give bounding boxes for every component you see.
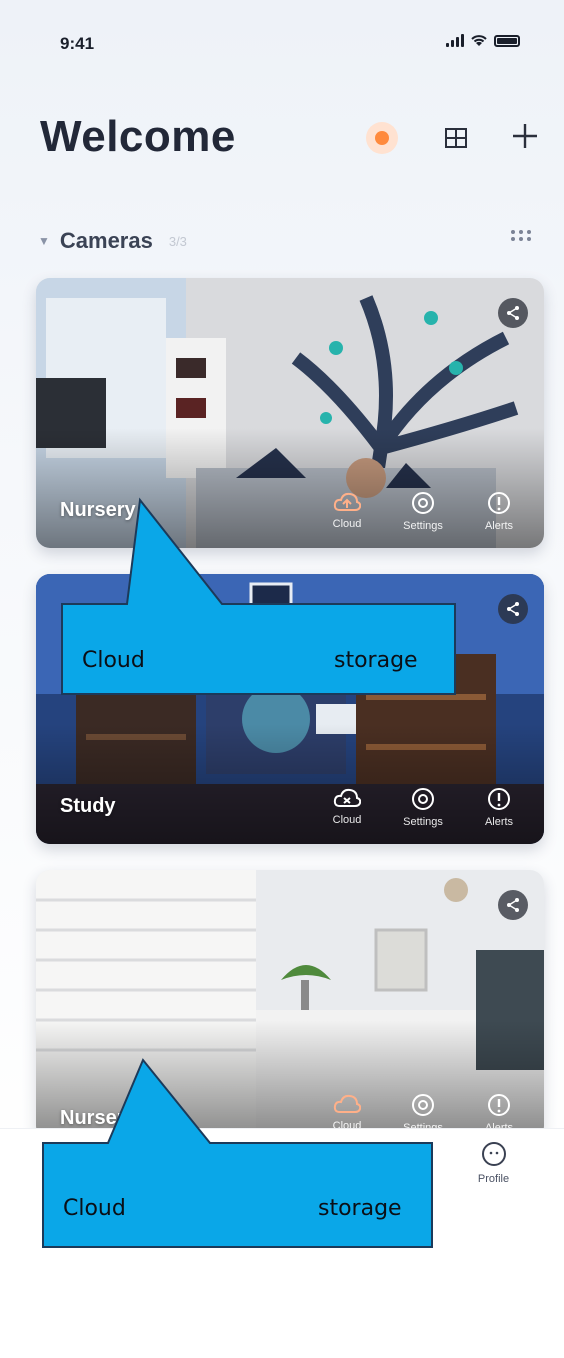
action-label: Settings [403,816,443,828]
layout-grid-button[interactable] [440,122,472,154]
cloud-icon [339,1143,367,1162]
caret-down-icon: ▼ [38,234,50,248]
section-count: 3/3 [168,233,187,249]
camera-card-nursery-2[interactable]: Nursery Cloud Settings Alerts [36,870,544,1140]
tab-label: Alerts [197,1173,226,1185]
share-button[interactable] [498,890,528,920]
settings-action[interactable]: Settings [388,490,458,532]
share-icon [507,898,519,912]
profile-icon [481,1142,506,1166]
alert-icon [488,1094,510,1116]
tab-alerts[interactable]: Alerts [141,1129,282,1209]
gear-icon [412,1094,434,1116]
alert-icon [488,492,510,514]
cloud-action[interactable]: Cloud [312,786,382,828]
battery-icon [494,34,520,47]
plus-icon [513,124,537,148]
camera-name: Study [60,795,116,817]
camera-card-study[interactable]: Study Cloud Settings Alerts [36,574,544,844]
camera-name: Nursery [60,499,136,521]
home-icon [58,1142,83,1166]
share-button[interactable] [498,298,528,328]
action-label: Alerts [484,520,514,532]
camera-actions: Cloud Settings Alerts [312,490,534,532]
tab-cloud[interactable]: Cloud [282,1129,423,1209]
grid-icon [445,128,467,148]
section-title: Cameras [59,228,153,253]
action-label: Settings [403,520,443,532]
bottom-tab-bar: Home Alerts Cloud Profile [0,1128,564,1209]
notification-button[interactable] [366,122,398,154]
action-label: Cloud [332,518,362,530]
tab-label: Home [55,1173,86,1185]
cloud-icon [333,1094,361,1113]
cameras-section-header[interactable]: ▼ Cameras 3/3 [38,228,187,254]
share-button[interactable] [498,594,528,624]
camera-card-nursery[interactable]: Nursery Cloud Settings Alerts [36,278,544,548]
cloud-action[interactable]: Cloud [312,490,382,532]
signal-icon [446,34,464,47]
camera-name: Nursery [60,1107,136,1129]
home-indicator [190,1203,390,1209]
cloud-icon [333,492,361,511]
status-icons [446,34,520,47]
share-icon [507,306,519,320]
action-label: Cloud [332,814,362,826]
tab-home[interactable]: Home [0,1129,141,1209]
chat-icon [199,1141,224,1167]
camera-actions: Cloud Settings Alerts [312,786,534,828]
gear-icon [412,492,434,514]
settings-action[interactable]: Settings [388,786,458,828]
alerts-action[interactable]: Alerts [464,786,534,828]
view-options-icon[interactable] [508,228,534,246]
alerts-action[interactable]: Alerts [464,490,534,532]
gear-icon [412,788,434,810]
tab-label: Cloud [338,1171,367,1183]
wifi-icon [471,35,487,46]
add-camera-button[interactable] [505,116,545,156]
tab-profile[interactable]: Profile [423,1129,564,1209]
tab-label: Profile [477,1173,510,1185]
cloud-icon [333,788,361,807]
app-screen: 9:41 Welcome ▼ Cameras 3/3 Nursery Cloud… [0,0,564,1210]
action-label: Alerts [484,816,514,828]
alert-icon [488,788,510,810]
status-time: 9:41 [60,34,95,53]
page-title: Welcome [40,112,236,161]
share-icon [507,602,519,616]
